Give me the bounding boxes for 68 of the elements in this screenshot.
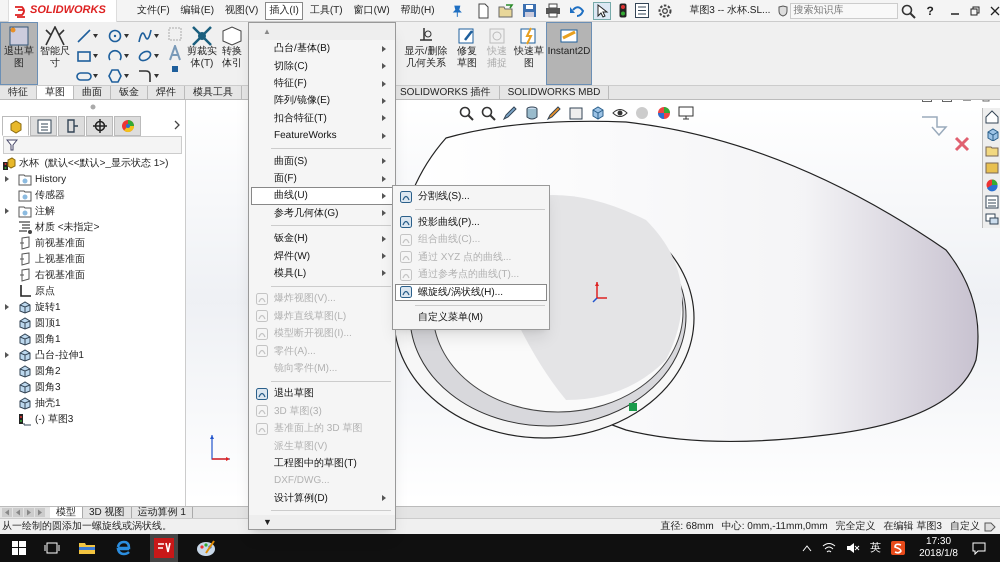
tree-item[interactable]: 圆角1 bbox=[35, 332, 61, 346]
menu-item[interactable]: 曲线(U) bbox=[251, 187, 393, 205]
tree-item[interactable]: 抽壳1 bbox=[35, 396, 61, 410]
clock[interactable]: 17:30 2018/1/8 bbox=[915, 536, 962, 560]
tree-item[interactable]: 旋转1 bbox=[35, 300, 61, 314]
menu-item[interactable]: 工程图中的草图(T) bbox=[251, 454, 393, 472]
tree-item[interactable]: 传感器 bbox=[35, 188, 65, 202]
tree-item[interactable]: 上视基准面 bbox=[35, 252, 85, 266]
menu-item[interactable]: 分割线(S)... bbox=[395, 188, 547, 206]
input-method-button[interactable]: 英 bbox=[870, 540, 882, 556]
tree-item[interactable]: History bbox=[35, 172, 66, 186]
menu-bar-item[interactable]: 帮助(H) bbox=[396, 2, 439, 20]
menu-bar-item[interactable]: 文件(F) bbox=[132, 2, 174, 20]
menu-bar-item[interactable]: 编辑(E) bbox=[176, 2, 218, 20]
menu-item[interactable]: 退出草图 bbox=[251, 385, 393, 403]
tree-item[interactable]: 圆角3 bbox=[35, 380, 61, 394]
menu-item[interactable]: 焊件(W) bbox=[251, 247, 393, 265]
menu-item[interactable]: 螺旋线/涡状线(H)... bbox=[395, 284, 547, 301]
ribbon-button[interactable]: 快速草图 bbox=[512, 22, 546, 85]
clock-date: 2018/1/8 bbox=[919, 548, 958, 560]
status-field: 自定义 bbox=[946, 519, 984, 534]
status-field: 在编辑 草图3 bbox=[880, 519, 946, 534]
tree-item[interactable]: 注解 bbox=[35, 204, 55, 218]
ribbon-button[interactable]: 退出草图 bbox=[0, 22, 38, 85]
status-field: 中心: 0mm,-11mm,0mm bbox=[718, 519, 832, 534]
menu-item[interactable]: 模具(L) bbox=[251, 264, 393, 282]
menu-item[interactable]: 设计算例(D) bbox=[251, 490, 393, 507]
ribbon-button[interactable]: 修复草图 bbox=[452, 22, 482, 85]
status-message: 从一绘制的圆添加一螺旋线或涡状线。 bbox=[1, 520, 172, 534]
status-field: 完全定义 bbox=[832, 519, 880, 534]
ribbon-button[interactable]: 显示/删除几何关系 bbox=[400, 22, 452, 85]
tab[interactable]: 草图 bbox=[37, 86, 74, 99]
menu-item[interactable]: 扣合特征(T) bbox=[251, 110, 393, 128]
menu-item[interactable]: 切除(C) bbox=[251, 57, 393, 75]
menu-item[interactable]: 阵列/镜像(E) bbox=[251, 92, 393, 110]
menu-item[interactable]: 钣金(H) bbox=[251, 230, 393, 248]
search-field[interactable]: 搜索知识库 bbox=[790, 2, 898, 18]
status-field: 直径: 68mm bbox=[656, 519, 718, 534]
tree-item[interactable]: (-) 草图3 bbox=[35, 412, 74, 426]
menu-item[interactable]: 凸台/基体(B) bbox=[251, 40, 393, 58]
tree-item[interactable]: 水杯 (默认<<默认>_显示状态 1>) bbox=[19, 156, 168, 170]
clock-time: 17:30 bbox=[926, 536, 952, 548]
logo-text: SOLIDWORKS bbox=[30, 3, 106, 18]
tree-item[interactable]: 圆角2 bbox=[35, 364, 61, 378]
help-button[interactable]: ? bbox=[924, 2, 936, 20]
menu-item[interactable]: 面(F) bbox=[251, 170, 393, 188]
ribbon-button[interactable]: 智能尺寸 bbox=[38, 22, 72, 85]
tree-item[interactable]: 原点 bbox=[35, 284, 55, 298]
window-title: 草图3 -- 水杯.SL... bbox=[689, 4, 770, 18]
tree-item[interactable]: 前视基准面 bbox=[35, 236, 85, 250]
ribbon-button[interactable]: 剪裁实体(T) bbox=[184, 22, 220, 85]
menu-bar-item[interactable]: 窗口(W) bbox=[350, 2, 394, 20]
ribbon-button[interactable]: 转换体引 bbox=[220, 22, 244, 85]
tree-item[interactable]: 圆顶1 bbox=[35, 316, 61, 330]
menu-item[interactable]: FeatureWorks bbox=[251, 127, 393, 144]
menu-bar-item[interactable]: 视图(V) bbox=[221, 2, 262, 20]
ribbon-button[interactable]: Instant2D bbox=[546, 22, 592, 85]
menu-item[interactable]: 参考几何体(G) bbox=[251, 204, 393, 222]
tree-item[interactable]: 凸台-拉伸1 bbox=[35, 348, 84, 362]
menu-item[interactable]: 特征(F) bbox=[251, 74, 393, 92]
menu-item[interactable]: 自定义菜单(M) bbox=[395, 309, 547, 326]
tree-item[interactable]: 材质 <未指定> bbox=[35, 220, 100, 234]
menu-bar-item[interactable]: 工具(T) bbox=[306, 2, 347, 20]
menu-item[interactable]: 曲面(S) bbox=[251, 152, 393, 170]
tab[interactable]: 模型 bbox=[50, 507, 83, 518]
menu-bar-item[interactable]: 插入(I) bbox=[265, 2, 303, 20]
tree-item[interactable]: 右视基准面 bbox=[35, 268, 85, 282]
menu-item[interactable]: 投影曲线(P)... bbox=[395, 214, 547, 231]
